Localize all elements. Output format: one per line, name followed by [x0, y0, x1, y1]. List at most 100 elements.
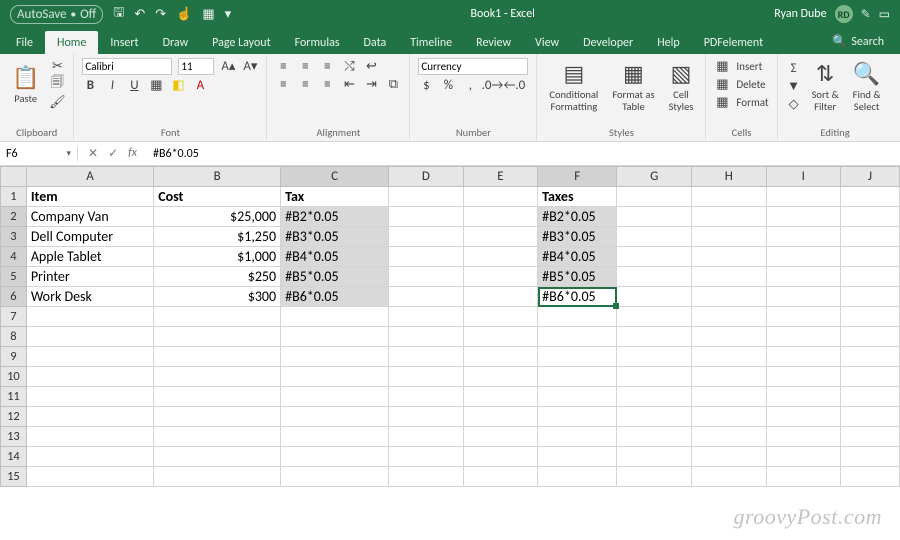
- cell-E3[interactable]: [463, 227, 537, 247]
- tab-draw[interactable]: Draw: [151, 31, 201, 54]
- spreadsheet-grid[interactable]: ABCDEFGHIJ1ItemCostTaxTaxes2Company Van$…: [0, 166, 900, 487]
- cell-J5[interactable]: [840, 267, 899, 287]
- row-header-11[interactable]: 11: [1, 387, 27, 407]
- cell-F13[interactable]: [538, 427, 617, 447]
- cell-I12[interactable]: [766, 407, 840, 427]
- sort-filter-button[interactable]: ⇅Sort & Filter: [808, 58, 843, 114]
- format-painter-icon[interactable]: 🖌: [49, 94, 65, 110]
- cell-B3[interactable]: $1,250: [154, 227, 281, 247]
- cell-A13[interactable]: [26, 427, 153, 447]
- cell-E7[interactable]: [463, 307, 537, 327]
- cell-F10[interactable]: [538, 367, 617, 387]
- row-header-9[interactable]: 9: [1, 347, 27, 367]
- cell-D15[interactable]: [389, 467, 464, 487]
- cell-J10[interactable]: [840, 367, 899, 387]
- cell-G10[interactable]: [617, 367, 692, 387]
- cell-D5[interactable]: [389, 267, 464, 287]
- cell-J8[interactable]: [840, 327, 899, 347]
- cell-C5[interactable]: #B5*0.05: [281, 267, 389, 287]
- cell-I4[interactable]: [766, 247, 840, 267]
- cell-H5[interactable]: [691, 267, 766, 287]
- cell-A4[interactable]: Apple Tablet: [26, 247, 153, 267]
- tab-timeline[interactable]: Timeline: [398, 31, 464, 54]
- cut-icon[interactable]: ✂: [49, 58, 65, 74]
- align-top-icon[interactable]: ≡: [275, 58, 291, 74]
- cell-C12[interactable]: [281, 407, 389, 427]
- cell-D1[interactable]: [389, 187, 464, 207]
- undo-icon[interactable]: ↶: [134, 7, 145, 22]
- cell-styles-button[interactable]: ▧Cell Styles: [665, 58, 698, 114]
- cell-G14[interactable]: [617, 447, 692, 467]
- col-header-D[interactable]: D: [389, 167, 464, 187]
- cell-B11[interactable]: [154, 387, 281, 407]
- col-header-C[interactable]: C: [281, 167, 389, 187]
- cell-D8[interactable]: [389, 327, 464, 347]
- cell-H9[interactable]: [691, 347, 766, 367]
- borders-dropdown-icon[interactable]: ▦: [148, 77, 164, 93]
- user-avatar[interactable]: RD: [835, 5, 853, 23]
- cell-A11[interactable]: [26, 387, 153, 407]
- row-header-13[interactable]: 13: [1, 427, 27, 447]
- orientation-icon[interactable]: ⤭: [341, 58, 357, 74]
- cell-A10[interactable]: [26, 367, 153, 387]
- cancel-formula-icon[interactable]: ✕: [88, 146, 98, 161]
- enter-formula-icon[interactable]: ✓: [108, 146, 118, 161]
- row-header-8[interactable]: 8: [1, 327, 27, 347]
- row-header-3[interactable]: 3: [1, 227, 27, 247]
- font-color-icon[interactable]: A: [192, 77, 208, 93]
- name-box[interactable]: F6▾: [0, 147, 78, 161]
- cell-D11[interactable]: [389, 387, 464, 407]
- user-name[interactable]: Ryan Dube: [774, 7, 826, 21]
- cell-J13[interactable]: [840, 427, 899, 447]
- cell-J7[interactable]: [840, 307, 899, 327]
- cell-E11[interactable]: [463, 387, 537, 407]
- cell-J12[interactable]: [840, 407, 899, 427]
- decrease-font-icon[interactable]: A▾: [242, 59, 258, 75]
- clear-icon[interactable]: ◇: [786, 96, 802, 112]
- cell-G5[interactable]: [617, 267, 692, 287]
- cell-C11[interactable]: [281, 387, 389, 407]
- cell-D12[interactable]: [389, 407, 464, 427]
- select-all-corner[interactable]: [1, 167, 27, 187]
- autosave-toggle[interactable]: AutoSave ● Off: [10, 5, 103, 24]
- cell-G6[interactable]: [617, 287, 692, 307]
- cell-I9[interactable]: [766, 347, 840, 367]
- qat-more-icon[interactable]: ▾: [225, 7, 232, 22]
- font-size-select[interactable]: [178, 58, 214, 75]
- increase-decimal-icon[interactable]: .0→: [484, 77, 500, 93]
- cell-D2[interactable]: [389, 207, 464, 227]
- cell-C15[interactable]: [281, 467, 389, 487]
- cell-B14[interactable]: [154, 447, 281, 467]
- font-name-select[interactable]: [82, 58, 172, 75]
- cell-I2[interactable]: [766, 207, 840, 227]
- cell-E10[interactable]: [463, 367, 537, 387]
- borders-icon[interactable]: ▦: [202, 7, 214, 22]
- cell-D6[interactable]: [389, 287, 464, 307]
- cell-H6[interactable]: [691, 287, 766, 307]
- cell-A14[interactable]: [26, 447, 153, 467]
- row-header-1[interactable]: 1: [1, 187, 27, 207]
- col-header-E[interactable]: E: [463, 167, 537, 187]
- cell-A1[interactable]: Item: [26, 187, 153, 207]
- cell-G13[interactable]: [617, 427, 692, 447]
- cell-G9[interactable]: [617, 347, 692, 367]
- cell-F4[interactable]: #B4*0.05: [538, 247, 617, 267]
- cell-F7[interactable]: [538, 307, 617, 327]
- cell-F5[interactable]: #B5*0.05: [538, 267, 617, 287]
- cell-E6[interactable]: [463, 287, 537, 307]
- cell-A9[interactable]: [26, 347, 153, 367]
- format-cells-icon[interactable]: ▦: [714, 94, 730, 110]
- cell-F11[interactable]: [538, 387, 617, 407]
- row-header-12[interactable]: 12: [1, 407, 27, 427]
- col-header-A[interactable]: A: [26, 167, 153, 187]
- cell-B9[interactable]: [154, 347, 281, 367]
- cell-J4[interactable]: [840, 247, 899, 267]
- cell-I7[interactable]: [766, 307, 840, 327]
- fill-icon[interactable]: ▼: [786, 78, 802, 94]
- cell-J14[interactable]: [840, 447, 899, 467]
- cell-B5[interactable]: $250: [154, 267, 281, 287]
- cell-B6[interactable]: $300: [154, 287, 281, 307]
- cell-I10[interactable]: [766, 367, 840, 387]
- cell-G8[interactable]: [617, 327, 692, 347]
- cell-F12[interactable]: [538, 407, 617, 427]
